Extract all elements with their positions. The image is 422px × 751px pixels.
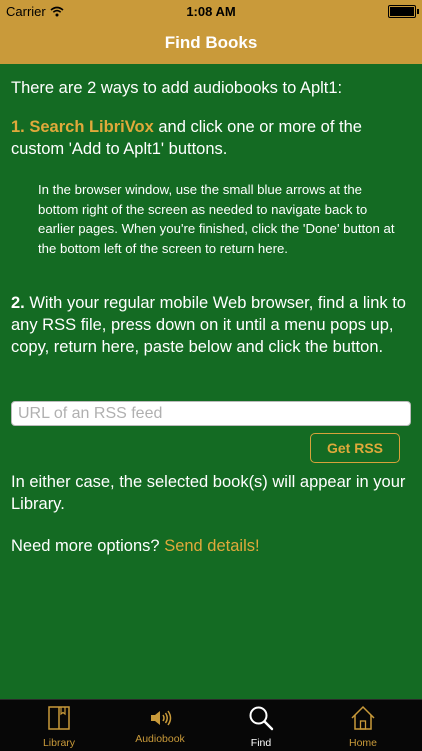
tab-find[interactable]: Find xyxy=(208,700,314,751)
more-options-text: Need more options? xyxy=(11,537,160,555)
battery-icon xyxy=(388,5,419,18)
send-details-link[interactable]: Send details! xyxy=(164,537,259,555)
tab-find-label: Find xyxy=(250,737,272,749)
tab-audiobook[interactable]: Audiobook xyxy=(107,700,213,751)
get-rss-button[interactable]: Get RSS xyxy=(310,433,400,463)
step-2: 2. With your regular mobile Web browser,… xyxy=(11,292,411,358)
status-time: 1:08 AM xyxy=(186,4,236,19)
intro-text: There are 2 ways to add audiobooks to Ap… xyxy=(11,79,343,97)
page-title: Find Books xyxy=(0,22,422,64)
more-options: Need more options? Send details! xyxy=(11,535,411,557)
step-2-text: With your regular mobile Web browser, fi… xyxy=(11,294,406,356)
tab-bar: Library Audiobook Find Home xyxy=(0,699,422,751)
step-1: 1. Search LibriVox and click one or more… xyxy=(11,116,411,160)
magnifier-icon xyxy=(249,706,274,731)
tab-audiobook-label: Audiobook xyxy=(135,733,185,745)
tab-home[interactable]: Home xyxy=(310,700,416,751)
rss-url-input[interactable] xyxy=(11,401,411,426)
search-librivox-link[interactable]: Search LibriVox xyxy=(29,118,153,136)
result-text: In either case, the selected book(s) wil… xyxy=(11,473,406,513)
tab-library-label: Library xyxy=(42,737,76,749)
browser-note: In the browser window, use the small blu… xyxy=(38,182,395,256)
book-icon xyxy=(48,706,70,730)
speaker-icon xyxy=(151,710,172,726)
status-bar: Carrier 1:08 AM xyxy=(0,0,422,22)
step-1-number: 1. xyxy=(11,118,25,136)
tab-library[interactable]: Library xyxy=(6,700,112,751)
step-2-number: 2. xyxy=(11,294,25,312)
tab-home-label: Home xyxy=(348,737,377,749)
house-icon xyxy=(351,705,375,730)
